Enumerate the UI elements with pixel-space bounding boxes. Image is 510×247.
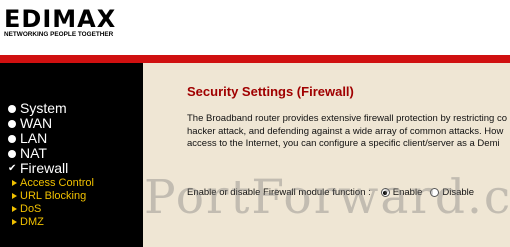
description-line: The Broadband router provides extensive … [187, 113, 507, 124]
arrow-right-icon [12, 218, 17, 225]
edimax-logo: EDIMAX NETWORKING PEOPLE TOGETHER [4, 5, 117, 38]
page-title: Security Settings (Firewall) [187, 84, 354, 99]
nav-item-nat[interactable]: NAT [8, 146, 138, 161]
enable-radio-label[interactable]: Enable [393, 187, 423, 198]
bullet-icon [8, 119, 16, 128]
subnav-item-label: DMZ [20, 215, 44, 228]
nav-item-label: LAN [20, 130, 48, 146]
main-content: Security Settings (Firewall) The Broadba… [143, 63, 510, 247]
bullet-icon [8, 104, 16, 113]
description-line: access to the Internet, you can configur… [187, 138, 500, 149]
nav-item-wan[interactable]: WAN [8, 116, 138, 131]
nav-item-label: WAN [20, 115, 53, 131]
logo-tagline: NETWORKING PEOPLE TOGETHER [4, 31, 114, 38]
arrow-right-icon [12, 179, 17, 186]
subnav-item-url-blocking[interactable]: URL Blocking [12, 189, 138, 202]
header: EDIMAX NETWORKING PEOPLE TOGETHER [0, 0, 510, 55]
arrow-right-icon [12, 205, 17, 212]
nav-item-label: System [20, 100, 67, 116]
nav-item-label: NAT [20, 145, 47, 161]
firewall-toggle-row: Enable or disable Firewall module functi… [187, 187, 482, 198]
page-description: The Broadband router provides extensive … [187, 113, 510, 151]
nav-item-firewall[interactable]: ✔ Firewall [8, 161, 138, 176]
subnav-item-dos[interactable]: DoS [12, 202, 138, 215]
main-nav: System WAN LAN NAT ✔ Firewall Access Con… [8, 101, 138, 228]
nav-item-label: Firewall [20, 160, 69, 176]
firewall-toggle-label: Enable or disable Firewall module functi… [187, 187, 371, 198]
nav-item-lan[interactable]: LAN [8, 131, 138, 146]
description-line: hacker attack, and defending against a w… [187, 125, 504, 137]
enable-radio[interactable] [380, 188, 390, 197]
checkmark-icon: ✔ [8, 162, 17, 174]
arrow-right-icon [12, 192, 17, 199]
logo-wordmark: EDIMAX [4, 5, 117, 33]
subnav-item-dmz[interactable]: DMZ [12, 215, 138, 228]
bullet-icon [8, 149, 16, 158]
header-divider [0, 55, 510, 63]
nav-item-system[interactable]: System [8, 101, 138, 116]
subnav-item-label: URL Blocking [20, 189, 87, 202]
bullet-icon [8, 134, 16, 143]
firewall-submenu: Access Control URL Blocking DoS DMZ [12, 176, 138, 228]
subnav-item-label: DoS [20, 202, 42, 215]
subnav-item-label: Access Control [20, 176, 94, 189]
disable-radio-label[interactable]: Disable [442, 187, 474, 198]
disable-radio[interactable] [430, 188, 440, 197]
sidebar: System WAN LAN NAT ✔ Firewall Access Con… [0, 63, 143, 247]
subnav-item-access-control[interactable]: Access Control [12, 176, 138, 189]
